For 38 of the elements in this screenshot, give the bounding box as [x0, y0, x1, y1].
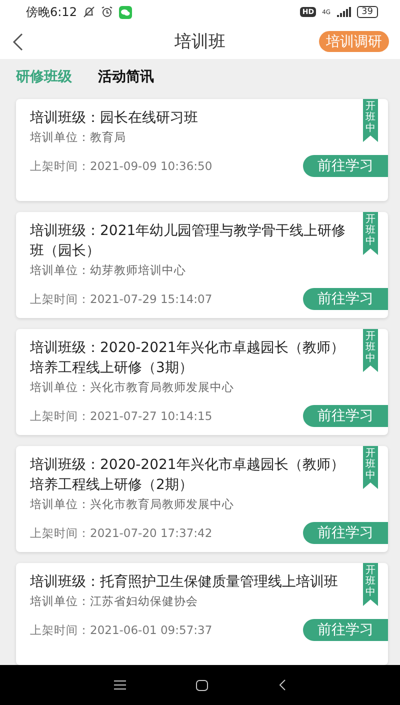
class-unit: 培训单位：兴化市教育局教师发展中心: [30, 380, 235, 395]
status-ribbon: 开班中: [363, 99, 378, 142]
class-unit: 培训单位：幼芽教师培训中心: [30, 263, 187, 278]
menu-icon[interactable]: [114, 680, 126, 690]
study-button[interactable]: 前往学习: [303, 522, 388, 544]
tab[interactable]: 研修班级: [16, 68, 72, 86]
class-title: 培训班级：园长在线研习班: [30, 109, 199, 128]
class-title: 培训班级：2020-2021年兴化市卓越园长（教师）培养工程线上研修（3期）: [30, 339, 346, 378]
study-button[interactable]: 前往学习: [303, 405, 388, 427]
class-unit: 培训单位：兴化市教育局教师发展中心: [30, 497, 235, 512]
class-unit: 培训单位：江苏省妇幼保健协会: [30, 594, 199, 609]
battery-level: 39: [356, 6, 378, 18]
class-title: 培训班级：2021年幼儿园管理与教学骨干线上研修班（园长）: [30, 222, 347, 261]
class-unit: 培训单位：教育局: [30, 130, 127, 145]
tab[interactable]: 活动简讯: [98, 68, 154, 86]
publish-time: 上架时间：2021-06-01 09:57:37: [30, 622, 212, 638]
publish-time: 上架时间：2021-07-27 10:14:15: [30, 408, 212, 424]
publish-time: 上架时间：2021-09-09 10:36:50: [30, 158, 212, 174]
publish-time: 上架时间：2021-07-20 17:37:42: [30, 526, 212, 540]
status-ribbon: 开班中: [363, 446, 378, 489]
status-ribbon: 开班中: [363, 212, 378, 255]
study-button[interactable]: 前往学习: [303, 288, 388, 310]
status-ribbon: 开班中: [363, 329, 378, 372]
notification-off-icon: [82, 6, 95, 18]
survey-button[interactable]: 培训调研: [319, 31, 389, 52]
status-ribbon: 开班中: [363, 563, 378, 606]
alarm-icon: [100, 6, 113, 18]
chat-app-icon: [118, 6, 132, 19]
study-button[interactable]: 前往学习: [303, 619, 388, 641]
publish-time: 上架时间：2021-07-29 15:14:07: [30, 292, 212, 306]
home-icon[interactable]: [196, 680, 208, 690]
status-time: 傍晚6:12: [26, 4, 77, 21]
study-button[interactable]: 前往学习: [303, 155, 388, 177]
back-icon[interactable]: [278, 679, 286, 691]
class-title: 培训班级：2020-2021年兴化市卓越园长（教师）培养工程线上研修（2期）: [30, 456, 346, 495]
signal-icon: [336, 7, 351, 18]
page-title: 培训班: [174, 31, 226, 54]
class-title: 培训班级：托育照护卫生保健质量管理线上培训班: [30, 573, 339, 592]
